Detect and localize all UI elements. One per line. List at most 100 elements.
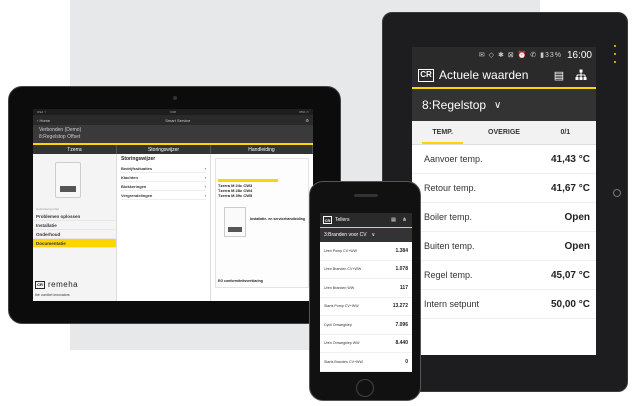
list-item-label: Blokkeringen [121, 183, 147, 189]
model-list: Tzerra M 24c CW3 Tzerra M 28c CW4 Tzerra… [218, 183, 252, 198]
value-reading: Open [564, 211, 590, 223]
value-reading: Open [564, 240, 590, 252]
iphone-screen: CR Tellers ▤ ⋔ 3:Branden voor CV ∨ Uren … [320, 208, 412, 372]
list-item: Cycli Omwegklep 7.096 [320, 316, 412, 335]
connection-header: Verbonden (Demo) 8:Regelstop Offset [33, 125, 313, 143]
tab-io[interactable]: 0/1 [535, 121, 596, 144]
tablet-screen: ✉ ◇ ✱ ⊠ ⏰ ✆ ▮33% 16:00 CR Actuele waarde… [412, 47, 596, 355]
value-label: Boiler temp. [424, 212, 473, 222]
list-item: Uren Branden CV+WW 1.078 [320, 261, 412, 279]
tab-device[interactable]: Tzerra [33, 145, 117, 154]
counter-label: Starts Branden CV+WW [324, 359, 363, 364]
list-item-label: Vergrendelingen [121, 192, 153, 198]
counter-label: Uren Branden WW [324, 285, 355, 290]
chevron-down-icon: ∨ [371, 232, 376, 238]
sidebar-item-problemen[interactable]: Problemen oplossen [33, 212, 116, 221]
counter-selector-label: 3:Branden voor CV [324, 232, 367, 238]
document-icon[interactable]: ▤ [390, 217, 397, 223]
remeha-logo: CR [323, 216, 332, 224]
list-item[interactable]: Vergrendelingen › [121, 191, 206, 200]
list-item: Uren Omwegklep WW 8.440 [320, 335, 412, 353]
tab-overige[interactable]: OVERIGE [473, 121, 534, 144]
page-title: Actuele waarden [439, 68, 529, 82]
status-time: 9:08 [170, 110, 176, 114]
status-bar: ✉ ◇ ✱ ⊠ ⏰ ✆ ▮33% 16:00 [412, 47, 596, 63]
list-item-label: Klachten [121, 174, 138, 180]
list-item-label: Bedrijfssituaties [121, 165, 153, 171]
counter-label: Uren Omwegklep WW [324, 341, 360, 346]
home-button[interactable] [356, 379, 374, 397]
counter-value: 117 [399, 284, 408, 291]
list-item: Regel temp. 45,07 °C [412, 261, 596, 290]
value-label: Intern setpunt [424, 299, 480, 309]
list-item: Starts Branden CV+WW 0 [320, 353, 412, 372]
chevron-right-icon: › [204, 165, 206, 171]
app-bar: CR Tellers ▤ ⋔ [320, 213, 412, 227]
counter-value: 1.384 [395, 247, 408, 254]
value-label: Regel temp. [424, 270, 473, 280]
camera-icon [173, 96, 177, 100]
counter-label: Cycli Omwegklep [324, 322, 352, 327]
ipad-nav-bar: ‹ Home Smart Service ⚙ [33, 115, 313, 125]
stage-selector[interactable]: 8:Regelstop ∨ [412, 89, 596, 121]
tab-temp[interactable]: TEMP. [412, 121, 473, 144]
boiler-image [55, 162, 81, 198]
counter-value: 1.078 [395, 266, 408, 273]
list-item: Uren Pomp CV+WW 1.384 [320, 242, 412, 261]
ipad-body: Gebruikersprofiel Problemen oplossen Ins… [33, 154, 313, 301]
stage-selector-label: 8:Regelstop [422, 98, 487, 112]
counter-value: 0 [405, 358, 408, 365]
list-item: Starts Pomp CV+WW 13.272 [320, 298, 412, 316]
connection-stage: 8:Regelstop Offset [39, 133, 81, 140]
tab-faults-label: Storingswijzer [147, 146, 180, 153]
tab-manual[interactable]: Handleiding [211, 145, 313, 154]
value-reading: 41,43 °C [550, 153, 590, 165]
boiler-image [224, 207, 246, 237]
status-battery: 65% ▭ [299, 110, 309, 114]
list-item[interactable]: Blokkeringen › [121, 182, 206, 191]
value-reading: 41,67 °C [550, 182, 590, 194]
chevron-down-icon: ∨ [494, 99, 502, 111]
sidebar-item-onderhoud[interactable]: Onderhoud [33, 230, 116, 239]
counter-label: Starts Pomp CV+WW [324, 304, 359, 309]
counters-list: Uren Pomp CV+WW 1.384 Uren Branden CV+WW 1… [320, 242, 412, 372]
app-bar: CR Actuele waarden ▤ [412, 63, 596, 87]
manual-panel: Tzerra M 24c CW3 Tzerra M 28c CW4 Tzerra… [211, 154, 313, 301]
counter-selector[interactable]: 3:Branden voor CV ∨ [320, 228, 412, 242]
gear-icon[interactable]: ⚙ [305, 118, 309, 123]
marketing-scene: ✉ ◇ ✱ ⊠ ⏰ ✆ ▮33% 16:00 CR Actuele waarde… [0, 0, 633, 406]
document-accent [218, 179, 278, 182]
list-item[interactable]: Bedrijfssituaties › [121, 164, 206, 173]
tab-manual-label: Handleiding [248, 146, 275, 153]
ipad: iPad ⌔ 9:08 65% ▭ ‹ Home Smart Service ⚙… [8, 86, 341, 324]
remeha-logo: CR [35, 280, 45, 289]
brand-logo: CR remeha [35, 280, 78, 289]
ipad-tabs: Tzerra Storingswijzer Handleiding [33, 145, 313, 154]
tab-faults[interactable]: Storingswijzer [117, 145, 211, 154]
value-tabs: TEMP. OVERIGE 0/1 [412, 121, 596, 145]
ipad-screen: iPad ⌔ 9:08 65% ▭ ‹ Home Smart Service ⚙… [33, 109, 313, 301]
nav-title: Smart Service [165, 117, 191, 123]
counter-value: 13.272 [392, 303, 408, 310]
value-label: Buiten temp. [424, 241, 475, 251]
speaker-grille [354, 194, 378, 197]
list-item: Uren Branden WW 117 [320, 279, 412, 298]
sidebar-item-installatie[interactable]: Installatie [33, 221, 116, 230]
list-item: Boiler temp. Open [412, 203, 596, 232]
chevron-right-icon: › [204, 174, 206, 180]
hierarchy-icon[interactable]: ⋔ [401, 217, 408, 223]
brand-tagline: the comfort innovators [35, 293, 70, 297]
iphone: CR Tellers ▤ ⋔ 3:Branden voor CV ∨ Uren … [309, 181, 421, 401]
brand-name: remeha [48, 280, 79, 289]
document-icon[interactable]: ▤ [552, 68, 566, 82]
value-label: Aanvoer temp. [424, 154, 483, 164]
back-button[interactable]: ‹ Home [37, 118, 50, 123]
counter-value: 8.440 [395, 340, 408, 347]
list-item[interactable]: Klachten › [121, 173, 206, 182]
manual-document[interactable]: Tzerra M 24c CW3 Tzerra M 28c CW4 Tzerra… [215, 158, 309, 288]
status-carrier: iPad ⌔ [37, 109, 47, 114]
list-item: Buiten temp. Open [412, 232, 596, 261]
hierarchy-icon[interactable] [574, 68, 588, 82]
chevron-right-icon: › [204, 192, 206, 198]
sidebar-item-documentatie[interactable]: Documentatie [33, 239, 116, 248]
